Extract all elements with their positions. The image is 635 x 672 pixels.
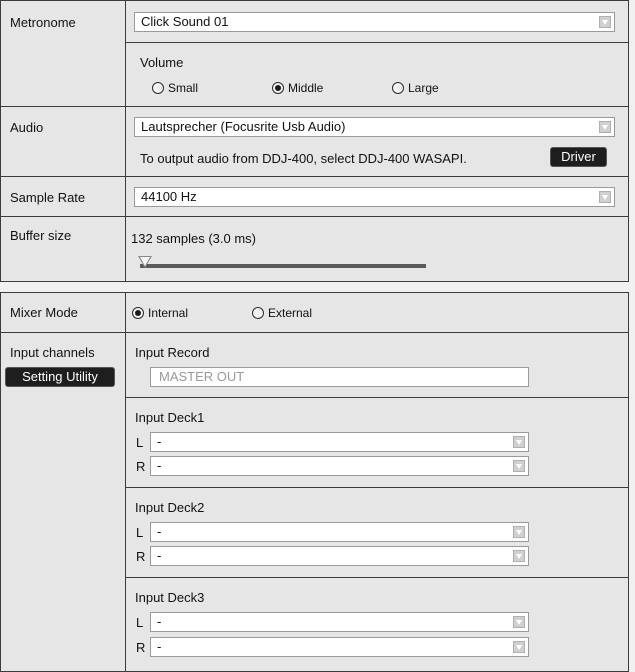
volume-small-label: Small <box>168 81 199 95</box>
input-deck2-title: Input Deck2 <box>135 500 205 515</box>
deck3-l-select[interactable]: - <box>150 612 529 632</box>
buffer-size-value: 132 samples (3.0 ms) <box>131 231 256 246</box>
deck1-l-label: L <box>136 435 144 450</box>
buffer-slider-handle-fill <box>140 257 150 266</box>
mixer-internal-radio[interactable] <box>132 307 144 319</box>
chevron-down-icon <box>599 121 611 133</box>
deck1-r-select[interactable]: - <box>150 456 529 476</box>
input-channels-label: Input channels <box>10 345 95 360</box>
volume-label: Volume <box>140 55 184 70</box>
deck1-r-label: R <box>136 459 146 474</box>
deck2-r-select[interactable]: - <box>150 546 529 566</box>
deck3-r-label: R <box>136 640 146 655</box>
mixer-mode-label: Mixer Mode <box>10 305 78 320</box>
deck2-l-label: L <box>136 525 144 540</box>
chevron-down-icon <box>599 16 611 28</box>
metronome-sound-value: Click Sound 01 <box>141 14 229 29</box>
deck1-r-value: - <box>157 458 162 473</box>
chevron-down-icon <box>513 550 525 562</box>
buffer-slider-track[interactable] <box>140 264 426 268</box>
driver-button[interactable]: Driver <box>550 147 607 167</box>
deck2-r-value: - <box>157 548 162 563</box>
mixer-external-label: External <box>268 306 313 320</box>
metronome-label: Metronome <box>10 15 76 30</box>
chevron-down-icon <box>599 191 611 203</box>
audio-label: Audio <box>10 120 44 135</box>
setting-utility-button[interactable]: Setting Utility <box>5 367 115 387</box>
chevron-down-icon <box>513 641 525 653</box>
sample-rate-select[interactable]: 44100 Hz <box>134 187 615 207</box>
buffer-size-label: Buffer size <box>10 228 72 243</box>
volume-middle-radio[interactable] <box>272 82 284 94</box>
deck3-r-select[interactable]: - <box>150 637 529 657</box>
deck2-l-value: - <box>157 524 162 539</box>
deck1-l-value: - <box>157 434 162 449</box>
audio-preferences-panel: Metronome Click Sound 01 Volume Small Mi… <box>0 0 635 672</box>
deck3-l-label: L <box>136 615 144 630</box>
deck1-l-select[interactable]: - <box>150 432 529 452</box>
sample-rate-value: 44100 Hz <box>141 189 197 204</box>
input-deck1-title: Input Deck1 <box>135 410 205 425</box>
volume-middle-label: Middle <box>288 81 324 95</box>
chevron-down-icon <box>513 436 525 448</box>
audio-hint-text: To output audio from DDJ-400, select DDJ… <box>140 151 467 166</box>
mixer-internal-label: Internal <box>148 306 189 320</box>
deck3-r-value: - <box>157 639 162 654</box>
volume-large-radio[interactable] <box>392 82 404 94</box>
deck3-l-value: - <box>157 614 162 629</box>
input-record-title: Input Record <box>135 345 210 360</box>
deck2-r-label: R <box>136 549 146 564</box>
sample-rate-label: Sample Rate <box>10 190 86 205</box>
deck2-l-select[interactable]: - <box>150 522 529 542</box>
audio-device-select[interactable]: Lautsprecher (Focusrite Usb Audio) <box>134 117 615 137</box>
input-deck3-title: Input Deck3 <box>135 590 205 605</box>
audio-device-value: Lautsprecher (Focusrite Usb Audio) <box>141 119 346 134</box>
chevron-down-icon <box>513 526 525 538</box>
metronome-sound-select[interactable]: Click Sound 01 <box>134 12 615 32</box>
mixer-external-radio[interactable] <box>252 307 264 319</box>
input-record-field[interactable]: MASTER OUT <box>150 367 529 387</box>
volume-large-label: Large <box>408 81 439 95</box>
chevron-down-icon <box>513 460 525 472</box>
chevron-down-icon <box>513 616 525 628</box>
volume-small-radio[interactable] <box>152 82 164 94</box>
